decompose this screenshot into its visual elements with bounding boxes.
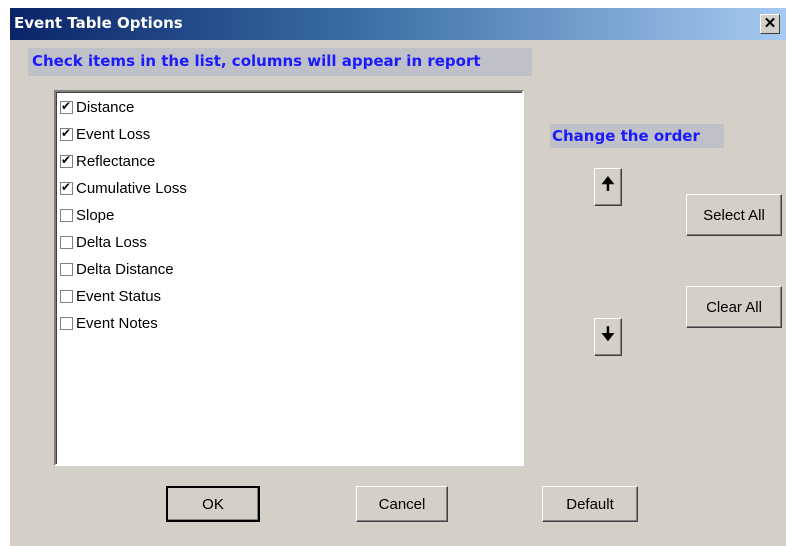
list-item-label: Delta Loss bbox=[76, 233, 147, 251]
list-item-label: Event Loss bbox=[76, 125, 151, 143]
list-item-label: Cumulative Loss bbox=[76, 179, 187, 197]
arrow-up-icon: 🠉 bbox=[600, 174, 616, 194]
list-item-label: Reflectance bbox=[76, 152, 156, 170]
list-item-label: Delta Distance bbox=[76, 260, 174, 278]
title-bar: Event Table Options ✕ bbox=[10, 8, 786, 40]
list-item-label: Event Status bbox=[76, 287, 162, 305]
move-up-button[interactable]: 🠉 bbox=[594, 168, 622, 206]
window-title: Event Table Options bbox=[14, 14, 183, 32]
list-item-label: Event Notes bbox=[76, 314, 158, 332]
columns-checklist[interactable]: Distance Event Loss Reflectance Cumulati… bbox=[54, 90, 524, 466]
ok-button[interactable]: OK bbox=[166, 486, 260, 522]
checkbox-unchecked[interactable] bbox=[60, 208, 73, 222]
checkbox-unchecked[interactable] bbox=[60, 289, 73, 303]
list-item-delta-distance[interactable]: Delta Distance bbox=[60, 256, 174, 282]
list-item-event-notes[interactable]: Event Notes bbox=[60, 310, 158, 336]
list-item-reflectance[interactable]: Reflectance bbox=[60, 148, 155, 174]
checkbox-checked[interactable] bbox=[60, 180, 73, 195]
move-down-button[interactable]: 🠋 bbox=[594, 318, 622, 356]
close-icon: ✕ bbox=[763, 15, 777, 32]
arrow-down-icon: 🠋 bbox=[600, 324, 616, 344]
list-item-label: Slope bbox=[76, 206, 115, 224]
select-all-button[interactable]: Select All bbox=[686, 194, 782, 236]
list-item-slope[interactable]: Slope bbox=[60, 202, 114, 228]
checkbox-unchecked[interactable] bbox=[60, 262, 73, 276]
default-button[interactable]: Default bbox=[542, 486, 638, 522]
event-table-options-dialog: Event Table Options ✕ Check items in the… bbox=[10, 8, 786, 546]
checkbox-unchecked[interactable] bbox=[60, 316, 73, 330]
checkbox-checked[interactable] bbox=[60, 153, 73, 168]
checkbox-checked[interactable] bbox=[60, 126, 73, 141]
cancel-button[interactable]: Cancel bbox=[356, 486, 448, 522]
list-item-cumulative-loss[interactable]: Cumulative Loss bbox=[60, 175, 187, 201]
checkbox-unchecked[interactable] bbox=[60, 235, 73, 249]
list-item-distance[interactable]: Distance bbox=[60, 94, 134, 120]
instruction-label: Check items in the list, columns will ap… bbox=[28, 48, 532, 76]
change-order-label: Change the order bbox=[550, 124, 724, 148]
checkbox-checked[interactable] bbox=[60, 99, 73, 114]
list-item-event-loss[interactable]: Event Loss bbox=[60, 121, 150, 147]
list-item-event-status[interactable]: Event Status bbox=[60, 283, 161, 309]
list-item-label: Distance bbox=[76, 98, 135, 116]
close-button[interactable]: ✕ bbox=[760, 14, 780, 34]
list-item-delta-loss[interactable]: Delta Loss bbox=[60, 229, 147, 255]
clear-all-button[interactable]: Clear All bbox=[686, 286, 782, 328]
